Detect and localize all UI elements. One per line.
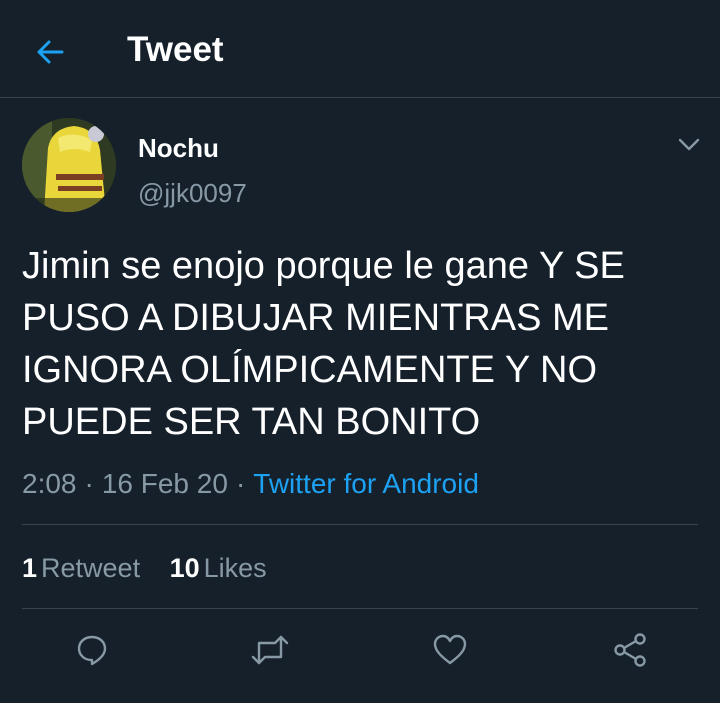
divider [22,608,698,609]
likes-stat[interactable]: 10 Likes [170,550,267,586]
divider [22,524,698,525]
top-bar: Tweet [0,0,720,98]
share-button[interactable] [608,628,652,672]
retweets-label: Retweet [41,553,141,583]
reply-button[interactable] [70,628,114,672]
tweet-options-button[interactable] [672,130,706,160]
retweet-icon [251,635,289,665]
avatar-image [22,118,116,212]
arrow-left-icon [37,40,64,64]
retweets-stat[interactable]: 1 Retweet [22,550,140,586]
tweet-source-link[interactable]: Twitter for Android [253,468,479,499]
tweet-stats: 1 Retweet 10 Likes [22,550,267,586]
meta-separator: · [84,468,94,499]
like-button[interactable] [428,628,472,672]
avatar[interactable] [22,118,116,212]
tweet-date: 16 Feb 20 [101,468,228,499]
chevron-down-icon [678,138,700,151]
tweet-time: 2:08 [22,468,77,499]
likes-count: 10 [169,553,200,583]
page-title: Tweet [127,30,224,69]
meta-separator: · [235,468,246,499]
back-button[interactable] [30,32,70,72]
tweet-meta: 2:08 · 16 Feb 20 · Twitter for Android [22,466,479,502]
like-icon [433,634,467,665]
share-icon [614,633,646,667]
tweet-text: Jimin se enojo porque le gane Y SE PUSO … [22,245,625,443]
reply-icon [77,635,107,666]
retweets-count: 1 [22,553,38,583]
retweet-button[interactable] [248,628,292,672]
author-name[interactable]: Nochu [138,132,219,164]
author-handle[interactable]: @jjk0097 [138,177,247,209]
likes-label: Likes [203,553,267,583]
